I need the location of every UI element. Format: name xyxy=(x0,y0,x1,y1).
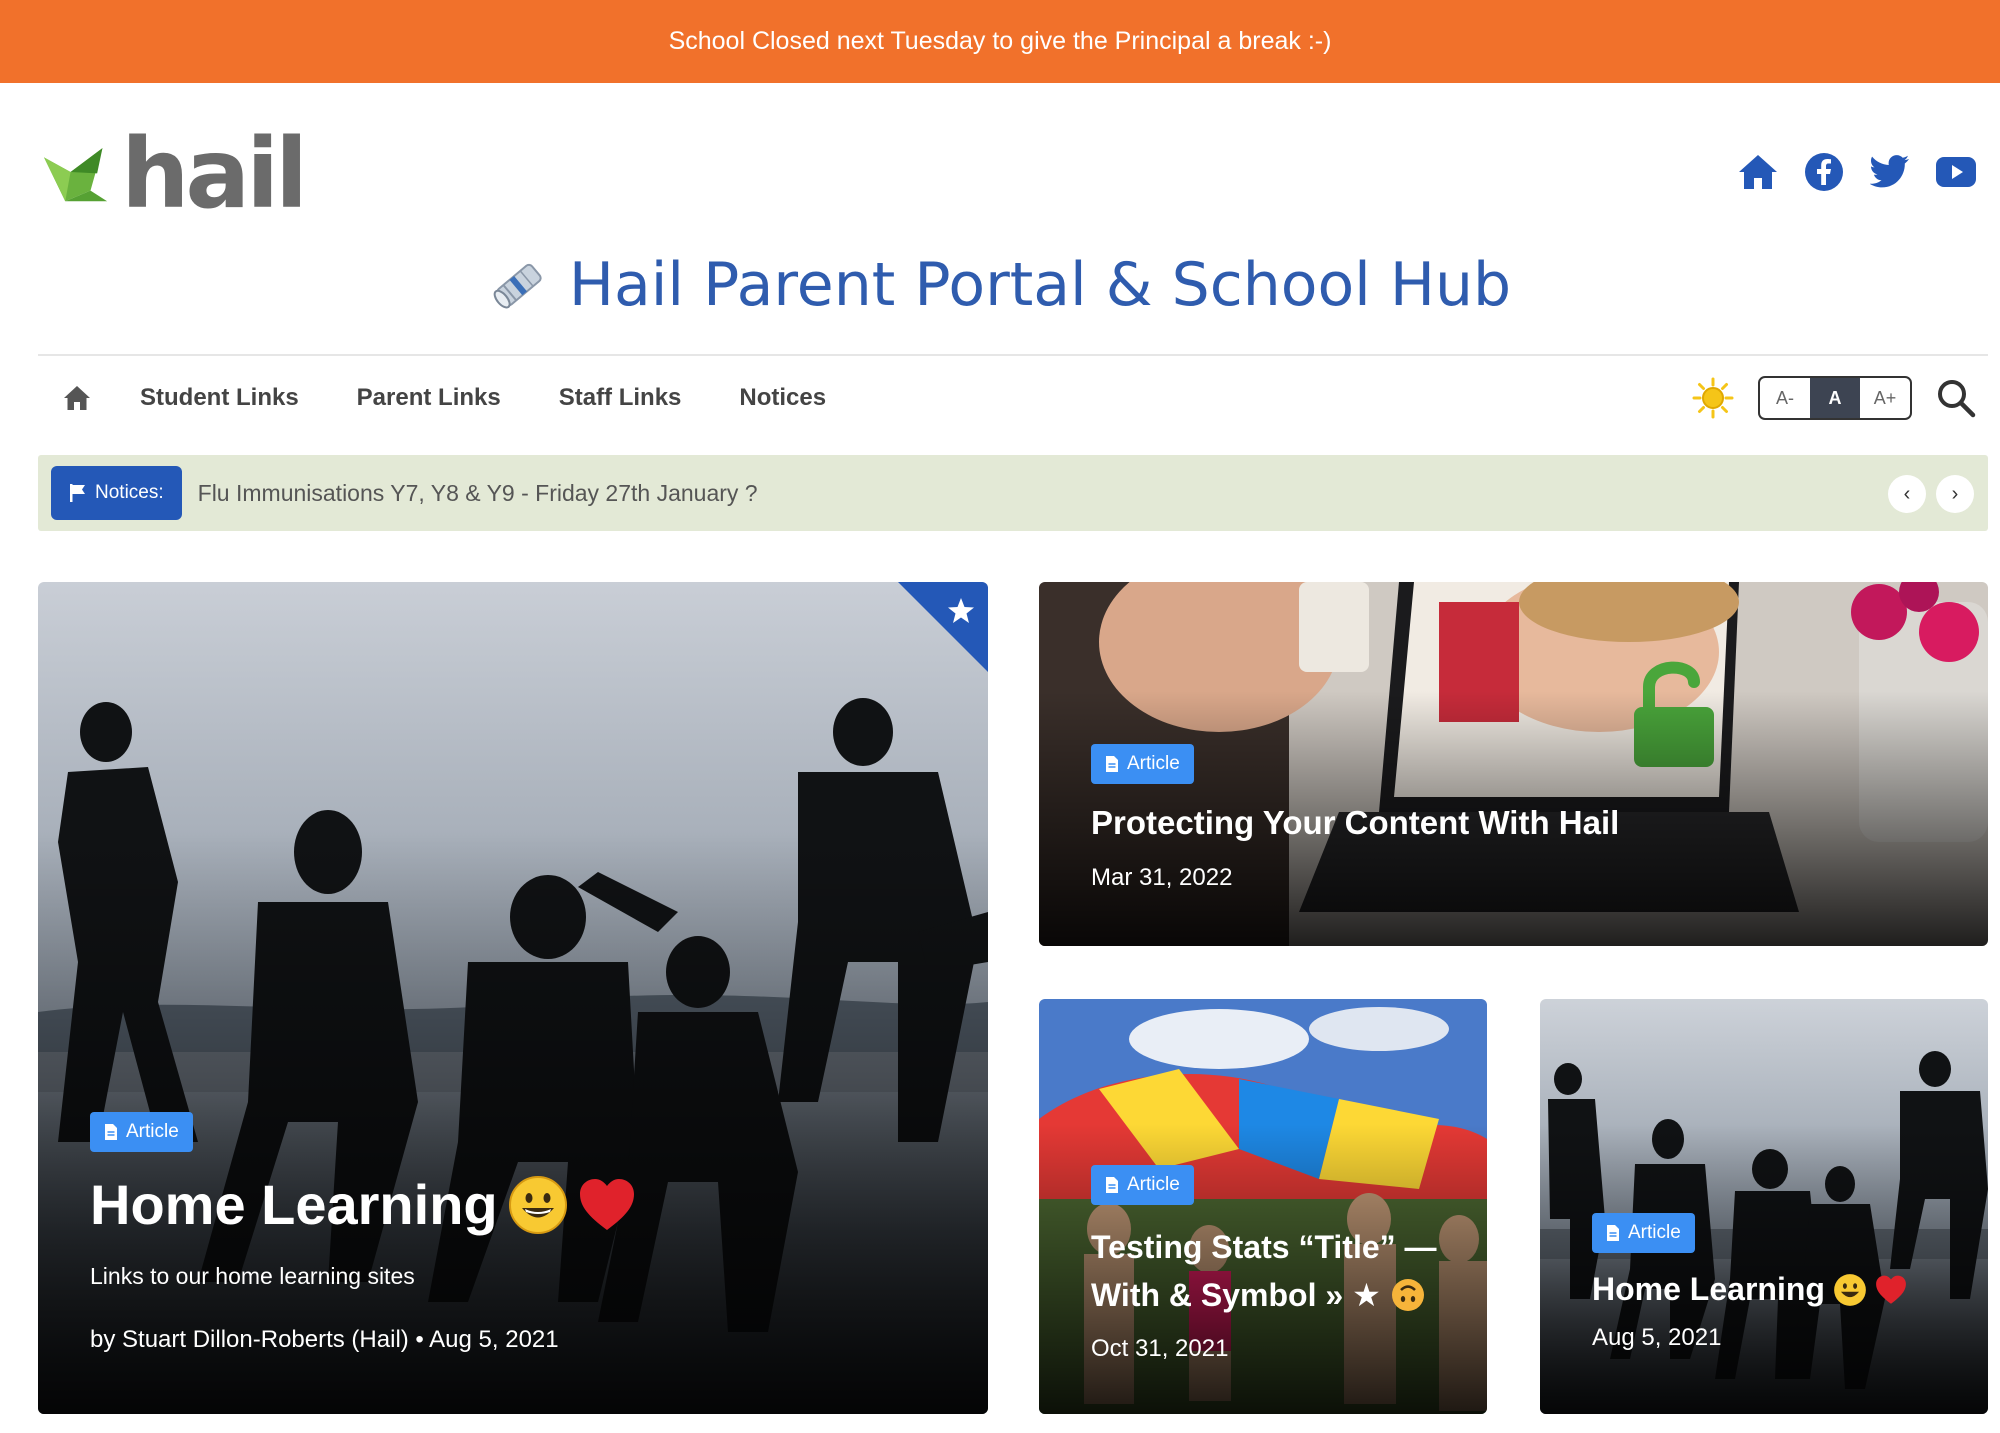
header-divider xyxy=(38,354,1988,356)
article-tag-label: Article xyxy=(1628,1222,1681,1243)
notices-label: Notices: xyxy=(95,482,164,503)
featured-card-content: Article Home Learning Links to our home … xyxy=(90,1112,948,1354)
font-size-decrease-button[interactable]: A- xyxy=(1760,378,1810,418)
bottom-right-card-title-row: Home Learning xyxy=(1592,1271,1948,1308)
nav-staff-links[interactable]: Staff Links xyxy=(559,384,682,412)
bottom-mid-card-content: Article Testing Stats “Title” — With & S… xyxy=(1091,1165,1447,1363)
article-tag: Article xyxy=(1592,1213,1695,1253)
main-nav: Student Links Parent Links Staff Links N… xyxy=(38,370,1988,426)
top-right-card-date: Mar 31, 2022 xyxy=(1091,864,1233,891)
article-card-testing-stats[interactable]: Article Testing Stats “Title” — With & S… xyxy=(1039,999,1487,1414)
featured-article-card[interactable]: Article Home Learning Links to our home … xyxy=(38,582,988,1414)
article-tag: Article xyxy=(90,1112,193,1152)
featured-card-excerpt: Links to our home learning sites xyxy=(90,1263,415,1289)
site-logo[interactable]: hail xyxy=(44,118,308,230)
font-size-default-button[interactable]: A xyxy=(1810,378,1860,418)
logo-wordmark: hail xyxy=(121,118,308,230)
theme-toggle-sun-icon[interactable] xyxy=(1692,377,1734,419)
grinning-face-emoji-icon xyxy=(1834,1273,1866,1306)
flag-icon xyxy=(70,484,85,502)
ticker-prev-button[interactable]: ‹ xyxy=(1888,475,1926,513)
article-tag: Article xyxy=(1091,1165,1194,1205)
social-links xyxy=(1736,150,1978,194)
nav-notices[interactable]: Notices xyxy=(739,384,826,412)
notice-text[interactable]: Flu Immunisations Y7, Y8 & Y9 - Friday 2… xyxy=(198,480,758,507)
top-right-card-title[interactable]: Protecting Your Content With Hail xyxy=(1091,804,1948,842)
announcement-text: School Closed next Tuesday to give the P… xyxy=(668,27,1332,55)
article-card-home-learning[interactable]: Article Home Learning Aug 5, 2021 xyxy=(1540,999,1988,1414)
featured-card-title-row: Home Learning xyxy=(90,1172,948,1237)
nav-tools: A- A A+ xyxy=(1692,370,1988,426)
bottom-mid-card-date: Oct 31, 2021 xyxy=(1091,1335,1229,1362)
featured-card-byline: by Stuart Dillon-Roberts (Hail) • Aug 5,… xyxy=(90,1326,559,1353)
ticker-next-button[interactable]: › xyxy=(1936,475,1974,513)
facebook-icon[interactable] xyxy=(1802,150,1846,194)
font-size-switcher: A- A A+ xyxy=(1758,376,1912,420)
site-title: Hail Parent Portal & School Hub xyxy=(0,240,2000,330)
article-tag-label: Article xyxy=(1127,753,1180,774)
featured-star-icon xyxy=(948,598,974,623)
featured-card-title[interactable]: Home Learning xyxy=(90,1172,498,1237)
font-size-increase-button[interactable]: A+ xyxy=(1860,378,1910,418)
nav-student-links[interactable]: Student Links xyxy=(140,384,299,412)
bottom-mid-card-title-line2-row: With & Symbol » ★ xyxy=(1091,1271,1447,1319)
youtube-icon[interactable] xyxy=(1934,150,1978,194)
grinning-face-emoji-icon xyxy=(508,1175,567,1234)
document-icon xyxy=(1106,756,1118,772)
newspaper-roll-icon xyxy=(493,263,542,309)
document-icon xyxy=(105,1124,117,1140)
article-tag-label: Article xyxy=(126,1121,179,1142)
red-heart-emoji-icon xyxy=(1876,1275,1906,1304)
bottom-right-card-title[interactable]: Home Learning xyxy=(1592,1271,1825,1308)
nav-home-icon[interactable] xyxy=(38,385,116,411)
twitter-icon[interactable] xyxy=(1868,150,1912,194)
hail-bird-logo-icon xyxy=(44,148,108,202)
document-icon xyxy=(1607,1225,1619,1241)
bottom-mid-card-title-line2: With & Symbol » ★ xyxy=(1091,1277,1381,1313)
upside-down-face-emoji-icon xyxy=(1391,1279,1424,1311)
article-tag: Article xyxy=(1091,744,1194,784)
top-right-card-content: Article Protecting Your Content With Hai… xyxy=(1091,744,1948,892)
site-title-text: Hail Parent Portal & School Hub xyxy=(568,250,1512,320)
notices-badge: Notices: xyxy=(51,466,182,520)
bottom-mid-card-title[interactable]: Testing Stats “Title” — With & Symbol » … xyxy=(1091,1223,1447,1319)
ticker-controls: ‹ › xyxy=(1888,475,1974,513)
nav-parent-links[interactable]: Parent Links xyxy=(357,384,501,412)
bottom-right-card-content: Article Home Learning Aug 5, 2021 xyxy=(1592,1213,1948,1352)
red-heart-emoji-icon xyxy=(579,1178,634,1230)
article-tag-label: Article xyxy=(1127,1174,1180,1195)
announcement-bar: School Closed next Tuesday to give the P… xyxy=(0,0,2000,83)
article-card-protecting-content[interactable]: Article Protecting Your Content With Hai… xyxy=(1039,582,1988,946)
notices-ticker: Notices: Flu Immunisations Y7, Y8 & Y9 -… xyxy=(38,455,1988,531)
home-icon[interactable] xyxy=(1736,150,1780,194)
bottom-right-card-date: Aug 5, 2021 xyxy=(1592,1324,1722,1351)
bottom-mid-card-title-line1: Testing Stats “Title” — xyxy=(1091,1229,1437,1265)
search-icon[interactable] xyxy=(1936,378,1976,418)
document-icon xyxy=(1106,1177,1118,1193)
